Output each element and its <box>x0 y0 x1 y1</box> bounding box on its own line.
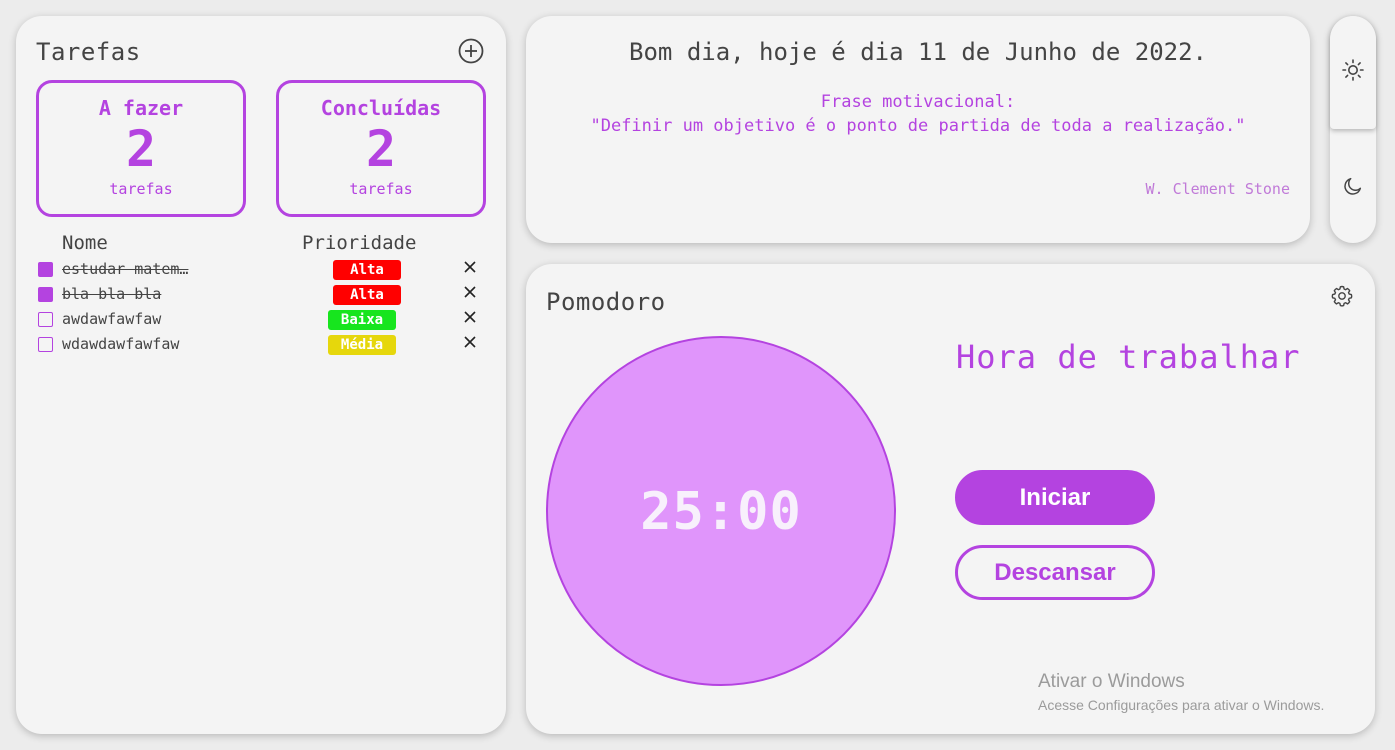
column-header-name: Nome <box>62 232 108 254</box>
pomodoro-card: Pomodoro 25:00 Hora de trabalhar Iniciar… <box>526 264 1375 734</box>
quote-author: W. Clement Stone <box>1145 180 1291 198</box>
todo-stat-unit: tarefas <box>109 180 173 198</box>
done-stat-label: Concluídas <box>320 96 442 120</box>
task-row: bla bla bla Alta <box>38 283 478 305</box>
dark-theme-button[interactable] <box>1330 129 1376 243</box>
priority-badge: Alta <box>333 285 401 305</box>
todo-stat-label: A fazer <box>98 96 184 120</box>
done-stat-unit: tarefas <box>349 180 413 198</box>
priority-badge: Baixa <box>328 310 396 330</box>
done-stat-box: Concluídas 2 tarefas <box>276 80 486 217</box>
delete-task-icon[interactable] <box>462 284 478 300</box>
quote-heading: Frase motivacional: <box>820 92 1016 112</box>
gear-icon[interactable] <box>1330 284 1354 308</box>
pomodoro-mode-label: Hora de trabalhar <box>956 338 1301 376</box>
priority-badge: Alta <box>333 260 401 280</box>
tasks-card: Tarefas A fazer 2 tarefas Concluídas 2 t… <box>16 16 506 734</box>
windows-watermark-title: Ativar o Windows <box>1038 671 1185 692</box>
task-row: estudar matem… Alta <box>38 258 478 280</box>
task-checkbox[interactable] <box>38 262 53 277</box>
tasks-title: Tarefas <box>36 38 141 66</box>
delete-task-icon[interactable] <box>462 309 478 325</box>
task-name: estudar matem… <box>62 260 189 278</box>
delete-task-icon[interactable] <box>462 334 478 350</box>
done-stat-count: 2 <box>365 120 397 178</box>
windows-watermark-subtitle: Acesse Configurações para ativar o Windo… <box>1038 697 1325 713</box>
add-task-icon[interactable] <box>458 38 484 64</box>
todo-stat-box: A fazer 2 tarefas <box>36 80 246 217</box>
task-checkbox[interactable] <box>38 287 53 302</box>
pomodoro-title: Pomodoro <box>546 288 666 316</box>
start-button[interactable]: Iniciar <box>955 470 1155 525</box>
task-checkbox[interactable] <box>38 337 53 352</box>
timer-circle: 25:00 <box>546 336 896 686</box>
task-row: wdawdawfawfaw Média <box>38 333 478 355</box>
delete-task-icon[interactable] <box>462 259 478 275</box>
sun-icon <box>1342 59 1364 81</box>
task-name: wdawdawfawfaw <box>62 335 180 353</box>
priority-badge: Média <box>328 335 396 355</box>
task-checkbox[interactable] <box>38 312 53 327</box>
theme-toggle <box>1330 16 1376 243</box>
task-name: bla bla bla <box>62 285 162 303</box>
quote-text: "Definir um objetivo é o ponto de partid… <box>590 116 1246 136</box>
task-row: awdawfawfaw Baixa <box>38 308 478 330</box>
moon-icon <box>1344 177 1362 195</box>
task-name: awdawfawfaw <box>62 310 162 328</box>
todo-stat-count: 2 <box>125 120 157 178</box>
column-header-priority: Prioridade <box>302 232 417 254</box>
rest-button[interactable]: Descansar <box>955 545 1155 600</box>
timer-display: 25:00 <box>640 482 802 542</box>
greeting-card: Bom dia, hoje é dia 11 de Junho de 2022.… <box>526 16 1310 243</box>
light-theme-button[interactable] <box>1330 16 1376 129</box>
greeting-text: Bom dia, hoje é dia 11 de Junho de 2022. <box>629 38 1207 66</box>
